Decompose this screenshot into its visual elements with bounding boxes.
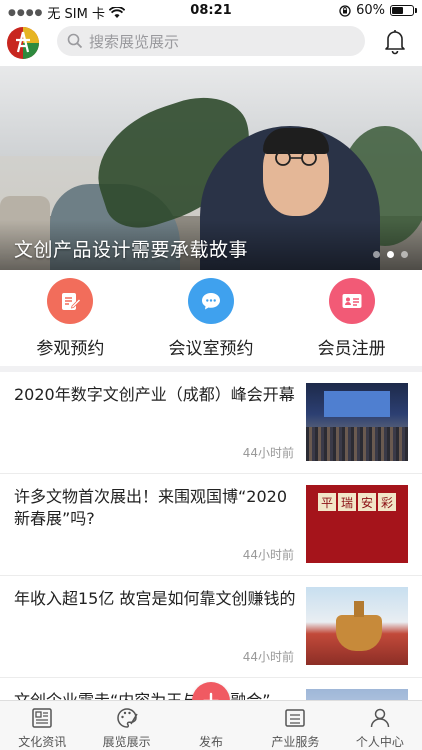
news-time: 44小时前 (242, 650, 294, 664)
palette-icon (116, 708, 138, 728)
tab-label: 发布 (199, 735, 224, 749)
thumbnail-stage-screen (324, 391, 390, 417)
meeting-room-booking-label: 会议室预约 (168, 339, 254, 359)
poster-char: 瑞 (338, 493, 356, 511)
visit-booking-icon-circle (47, 278, 94, 324)
news-thumbnail-conference (306, 383, 408, 461)
member-register-icon-circle (328, 278, 375, 324)
bottom-tab-bar: 文化资讯 展览展示 发布 产业服务 个人中心 (0, 700, 422, 750)
battery-percent: 60% (356, 3, 385, 18)
banner-carousel[interactable]: 文创产品设计需要承载故事 (0, 66, 422, 270)
news-thumbnail-palace-product (306, 587, 408, 665)
user-icon (370, 708, 390, 728)
poster-char: 彩 (378, 493, 396, 511)
news-item[interactable]: 许多文物首次展出！来围观国博“2020新春展”吗? 44小时前 平 瑞 安 彩 (0, 474, 422, 576)
member-register-label: 会员注册 (317, 339, 386, 359)
search-icon (67, 33, 83, 49)
bell-icon[interactable] (382, 27, 408, 55)
search-placeholder: 搜索展览展示 (89, 32, 180, 51)
app-logo[interactable] (6, 26, 40, 60)
carousel-dot[interactable] (387, 251, 394, 258)
carousel-indicator (373, 251, 408, 258)
carousel-dot[interactable] (373, 251, 380, 258)
battery-fill (392, 7, 404, 14)
thumbnail-audience (306, 427, 408, 461)
tab-label: 文化资讯 (18, 735, 67, 749)
search-bar[interactable]: 搜索展览展示 (57, 26, 365, 56)
status-right: 60% (339, 3, 417, 18)
poster-characters: 平 瑞 安 彩 (316, 493, 398, 533)
orientation-lock-icon (339, 4, 351, 17)
banner-glasses (275, 150, 317, 166)
thumbnail-hotpot (336, 601, 382, 651)
news-item[interactable]: 年收入超15亿 故宫是如何靠文创赚钱的 44小时前 (0, 576, 422, 678)
battery-icon (390, 5, 417, 16)
carousel-dot[interactable] (401, 251, 408, 258)
id-card-icon (342, 294, 362, 308)
newspaper-icon (32, 708, 52, 728)
meeting-room-booking-button[interactable]: 会议室预约 (141, 270, 282, 366)
news-title: 年收入超15亿 故宫是如何靠文创赚钱的 (14, 589, 296, 608)
status-bar: ●●●● 无 SIM 卡 08:21 60% (0, 0, 422, 22)
tab-industry-service[interactable]: 产业服务 (253, 701, 337, 750)
news-item[interactable]: 2020年数字文创产业（成都）峰会开幕 44小时前 (0, 372, 422, 474)
document-edit-icon (62, 293, 82, 310)
tab-publish[interactable]: 发布 (169, 701, 253, 750)
tab-label: 个人中心 (355, 735, 404, 749)
quick-actions: 参观预约 会议室预约 会员注册 (0, 270, 422, 366)
tab-culture-news[interactable]: 文化资讯 (0, 701, 84, 750)
meeting-room-icon-circle (188, 278, 234, 324)
tab-profile[interactable]: 个人中心 (338, 701, 422, 750)
tab-exhibition[interactable]: 展览展示 (84, 701, 168, 750)
tab-label: 展览展示 (102, 735, 151, 749)
banner-title[interactable]: 文创产品设计需要承载故事 (14, 235, 248, 262)
member-register-button[interactable]: 会员注册 (281, 270, 422, 366)
visit-booking-button[interactable]: 参观预约 (0, 270, 141, 366)
news-time: 44小时前 (242, 446, 294, 460)
chat-bubble-icon (202, 293, 220, 310)
visit-booking-label: 参观预约 (36, 339, 105, 359)
news-time: 44小时前 (242, 548, 294, 562)
top-header: 搜索展览展示 (0, 22, 422, 62)
poster-char: 平 (318, 493, 336, 511)
news-thumbnail-exhibition-poster: 平 瑞 安 彩 (306, 485, 408, 563)
news-title: 2020年数字文创产业（成都）峰会开幕 (14, 385, 295, 404)
poster-char: 安 (358, 493, 376, 511)
tab-label: 产业服务 (271, 735, 320, 749)
news-title: 许多文物首次展出！来围观国博“2020新春展”吗? (14, 487, 288, 528)
service-board-icon (285, 709, 306, 727)
